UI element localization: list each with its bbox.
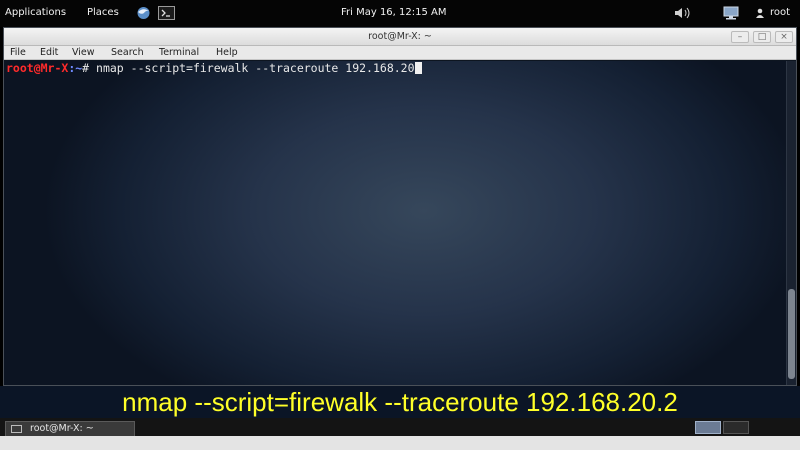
user-icon — [756, 8, 764, 18]
window-titlebar[interactable]: root@Mr-X: ~ – □ × — [4, 28, 796, 46]
workspace-1[interactable] — [695, 421, 721, 434]
taskbar-item-label: root@Mr-X: ~ — [30, 423, 94, 434]
close-button[interactable]: × — [775, 31, 793, 43]
menu-view[interactable]: View — [72, 47, 95, 59]
caption-strip: nmap --script=firewalk --traceroute 192.… — [0, 386, 800, 418]
iceweasel-icon[interactable] — [135, 6, 152, 20]
terminal-window: root@Mr-X: ~ – □ × File Edit View Search… — [3, 27, 797, 386]
volume-icon[interactable] — [673, 6, 695, 20]
terminal-task-icon — [11, 425, 22, 433]
panel-clock[interactable]: Fri May 16, 12:15 AM — [341, 7, 447, 19]
terminal-menubar: File Edit View Search Terminal Help — [4, 46, 796, 60]
screen-bottom-edge — [0, 436, 800, 450]
network-icon[interactable] — [721, 6, 741, 20]
text-cursor — [414, 62, 422, 74]
taskbar-item-terminal[interactable]: root@Mr-X: ~ — [5, 421, 135, 437]
maximize-button[interactable]: □ — [753, 31, 771, 43]
scrollbar-thumb[interactable] — [788, 289, 795, 379]
window-title: root@Mr-X: ~ — [368, 31, 432, 42]
command-text: nmap --script=firewalk --traceroute 192.… — [89, 61, 415, 75]
prompt-line: root@Mr-X:~# nmap --script=firewalk --tr… — [6, 61, 422, 75]
top-panel: Applications Places Fri May 16, 12:15 AM — [0, 0, 800, 27]
terminal-scrollbar[interactable] — [786, 61, 796, 385]
terminal-launcher-icon[interactable] — [158, 6, 175, 20]
workspace-2[interactable] — [723, 421, 749, 434]
video-caption: nmap --script=firewalk --traceroute 192.… — [122, 387, 678, 417]
menu-terminal[interactable]: Terminal — [159, 47, 199, 59]
menu-help[interactable]: Help — [216, 47, 238, 59]
terminal-output-area[interactable]: root@Mr-X:~# nmap --script=firewalk --tr… — [4, 61, 786, 385]
menu-file[interactable]: File — [10, 47, 26, 59]
user-menu[interactable]: root — [755, 6, 797, 20]
menu-edit[interactable]: Edit — [40, 47, 58, 59]
applications-menu[interactable]: Applications — [5, 7, 66, 19]
prompt-path: :~ — [68, 61, 83, 75]
user-label: root — [770, 7, 791, 18]
menu-search[interactable]: Search — [111, 47, 144, 59]
places-menu[interactable]: Places — [87, 7, 119, 19]
prompt-user: root@Mr-X — [6, 61, 69, 75]
minimize-button[interactable]: – — [731, 31, 749, 43]
